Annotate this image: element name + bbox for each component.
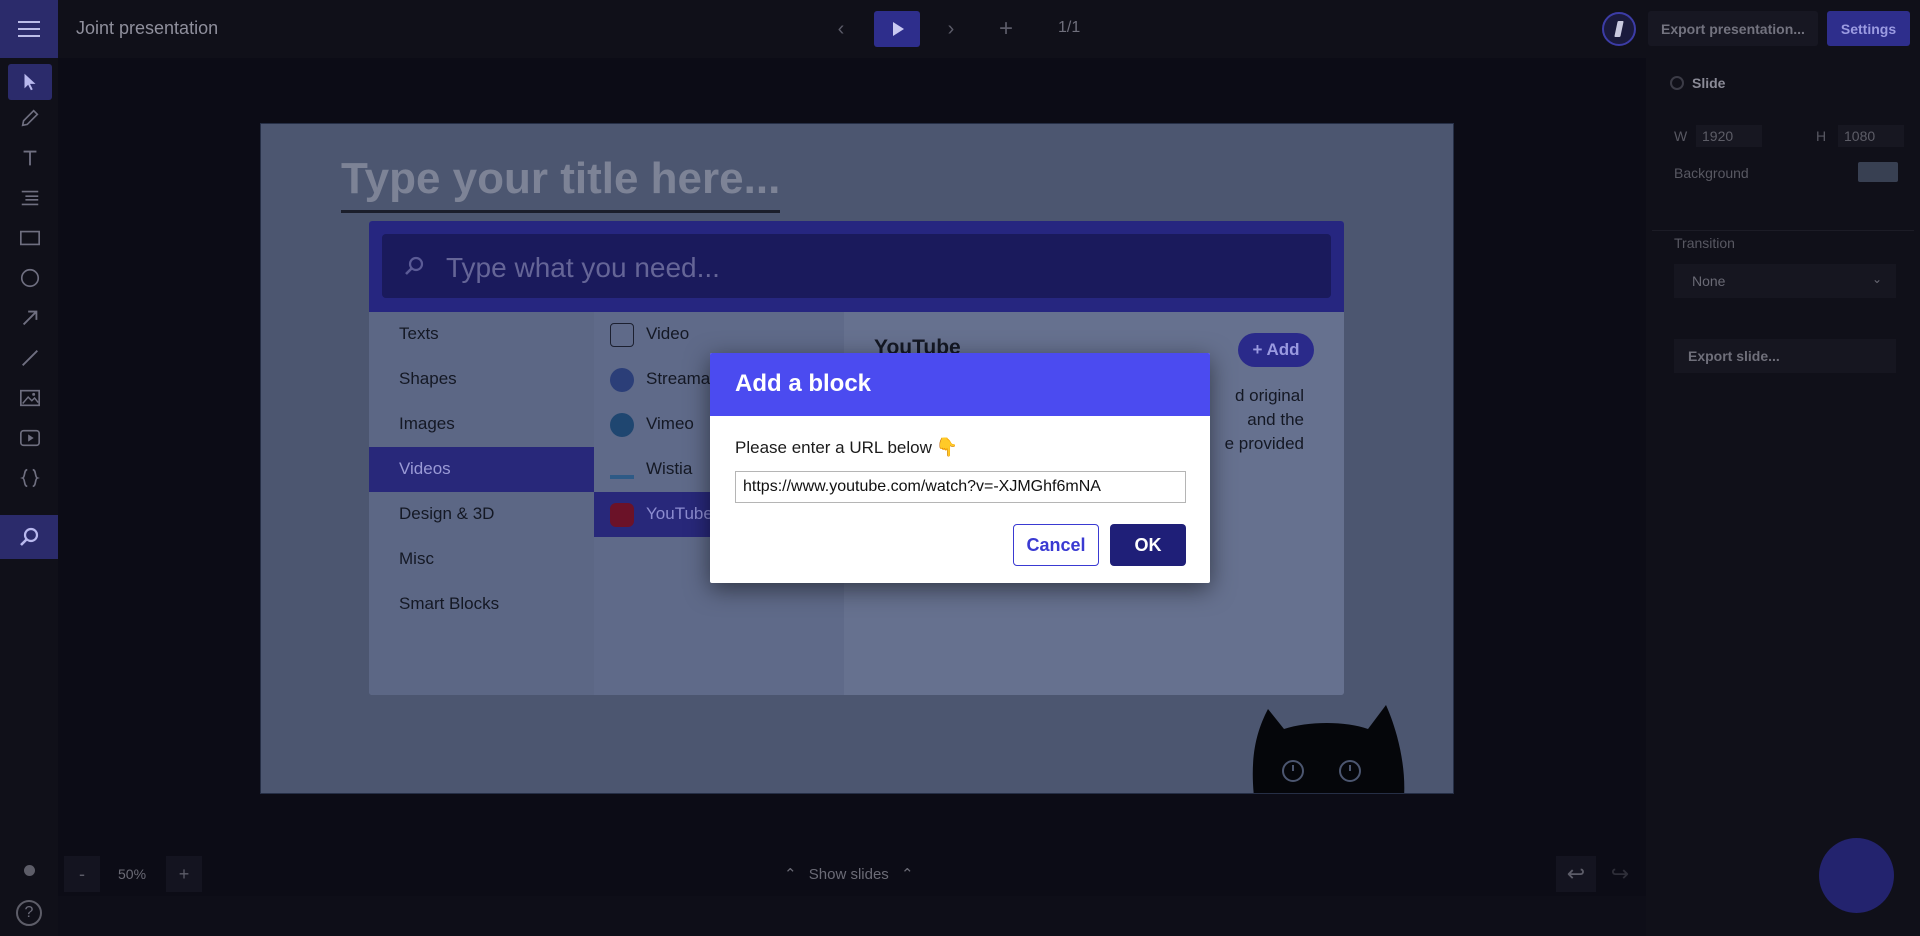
next-slide-icon[interactable]: ›: [936, 14, 966, 44]
wistia-icon: [610, 465, 634, 479]
divider: [1652, 230, 1914, 231]
block-label: Vimeo: [646, 414, 694, 433]
search-tool-icon[interactable]: [0, 515, 58, 559]
slide-title-placeholder[interactable]: Type your title here...: [341, 154, 781, 213]
list-tool-icon[interactable]: [8, 180, 52, 216]
properties-panel: Slide W 1920 H 1080 Background Transitio…: [1646, 58, 1920, 936]
palette-header: Type what you need...: [369, 221, 1344, 312]
rectangle-tool-icon[interactable]: [8, 220, 52, 256]
background-label: Background: [1674, 165, 1749, 181]
chevron-down-icon: ⌄: [1871, 272, 1882, 286]
zoom-out-button[interactable]: -: [64, 856, 100, 892]
settings-button[interactable]: Settings: [1827, 11, 1910, 46]
pointer-tool-icon[interactable]: [8, 64, 52, 100]
tool-sidebar: ?: [0, 58, 58, 936]
width-field[interactable]: 1920: [1696, 125, 1762, 147]
zoom-level: 50%: [118, 866, 147, 882]
video-tool-icon[interactable]: [8, 420, 52, 456]
search-icon: [405, 256, 424, 275]
category-list: Texts Shapes Images Videos Design & 3D M…: [369, 312, 594, 695]
text-tool-icon[interactable]: [8, 140, 52, 176]
add-block-button[interactable]: + Add: [1238, 333, 1314, 367]
block-video[interactable]: Video: [594, 312, 844, 357]
undo-icon[interactable]: ↩: [1556, 856, 1596, 892]
pointing-hand-icon: 👇: [935, 437, 959, 457]
block-label: Streama: [646, 369, 711, 388]
slide-icon: [1670, 76, 1684, 90]
avatar[interactable]: [1602, 12, 1636, 46]
line-tool-icon[interactable]: [8, 340, 52, 376]
dialog-prompt: Please enter a URL below 👇: [735, 437, 958, 458]
image-tool-icon[interactable]: [8, 380, 52, 416]
arrow-tool-icon[interactable]: [8, 300, 52, 336]
chevron-up-icon: ⌃: [900, 866, 914, 883]
cancel-button[interactable]: Cancel: [1013, 524, 1099, 566]
vimeo-icon: [610, 413, 634, 437]
add-slide-icon[interactable]: +: [991, 14, 1021, 44]
chevron-up-icon: ⌃: [784, 866, 797, 883]
category-misc[interactable]: Misc: [369, 537, 594, 582]
category-shapes[interactable]: Shapes: [369, 357, 594, 402]
show-slides-label: Show slides: [808, 866, 889, 883]
status-dot-icon: [24, 865, 35, 876]
page-counter: 1/1: [1058, 19, 1081, 36]
redo-icon[interactable]: ↪: [1600, 856, 1640, 892]
circle-tool-icon[interactable]: [8, 260, 52, 296]
play-icon: [893, 22, 904, 36]
background-color-swatch[interactable]: [1858, 162, 1898, 182]
palette-search-input[interactable]: Type what you need...: [382, 234, 1331, 298]
transition-value: None: [1692, 273, 1726, 289]
cat-mascot-icon: [1252, 705, 1405, 793]
category-texts[interactable]: Texts: [369, 312, 594, 357]
previous-slide-icon[interactable]: ‹: [826, 14, 856, 44]
show-slides-toggle[interactable]: ⌃ Show slides ⌃: [784, 865, 914, 883]
category-videos[interactable]: Videos: [369, 447, 594, 492]
ok-button[interactable]: OK: [1110, 524, 1186, 566]
block-label: Video: [646, 324, 690, 343]
add-block-dialog: Add a block Please enter a URL below👇 Ca…: [710, 353, 1210, 583]
transition-label: Transition: [1674, 235, 1735, 251]
export-presentation-button[interactable]: Export presentation...: [1648, 11, 1818, 46]
top-bar: Joint presentation ‹ › + 1/1 Export pres…: [0, 0, 1920, 58]
document-title[interactable]: Joint presentation: [76, 18, 218, 39]
category-design-3d[interactable]: Design & 3D: [369, 492, 594, 537]
width-label: W: [1674, 128, 1688, 144]
export-slide-button[interactable]: Export slide...: [1674, 339, 1896, 373]
footer-strip: [58, 896, 1646, 936]
panel-section-title: Slide: [1692, 75, 1726, 91]
app-root: Joint presentation ‹ › + 1/1 Export pres…: [0, 0, 1920, 936]
category-smart-blocks[interactable]: Smart Blocks: [369, 582, 594, 627]
height-label: H: [1816, 128, 1827, 144]
block-label: Wistia: [646, 459, 693, 478]
url-input[interactable]: [735, 471, 1186, 503]
help-icon[interactable]: ?: [16, 900, 42, 926]
code-tool-icon[interactable]: [8, 460, 52, 496]
height-field[interactable]: 1080: [1838, 125, 1904, 147]
bottom-bar: - 50% + ⌃ Show slides ⌃ ↩ ↪: [58, 856, 1646, 894]
streamable-icon: [610, 368, 634, 392]
transition-select[interactable]: None ⌄: [1674, 264, 1896, 298]
dialog-title: Add a block: [710, 353, 1210, 416]
play-button[interactable]: [874, 11, 920, 47]
category-images[interactable]: Images: [369, 402, 594, 447]
video-icon: [610, 323, 634, 347]
menu-icon[interactable]: [0, 0, 58, 58]
pencil-tool-icon[interactable]: [8, 100, 52, 136]
search-placeholder: Type what you need...: [446, 252, 720, 283]
block-label: YouTube: [646, 504, 713, 523]
zoom-in-button[interactable]: +: [166, 856, 202, 892]
youtube-icon: [610, 503, 634, 527]
chat-bubble-button[interactable]: [1819, 838, 1894, 913]
dialog-prompt-text: Please enter a URL below: [735, 438, 932, 457]
